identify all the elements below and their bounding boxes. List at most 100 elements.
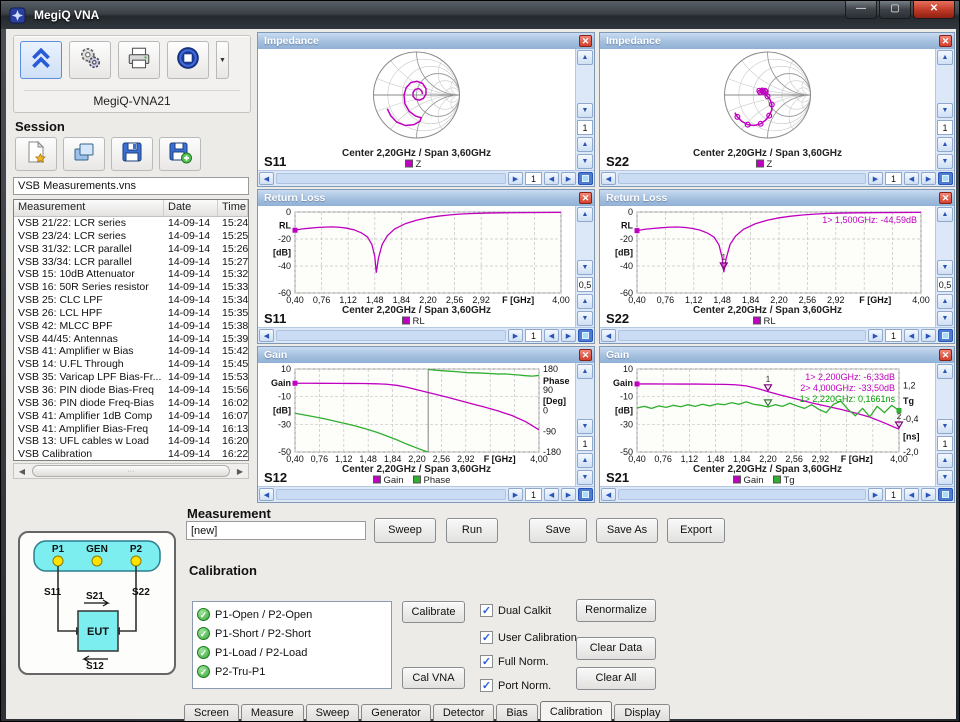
close-icon[interactable]: ✕: [939, 349, 952, 361]
page-left-icon[interactable]: ◀: [904, 172, 919, 185]
table-row[interactable]: VSB 25: CLC LPF14-09-1415:34: [14, 294, 248, 307]
measurement-table[interactable]: MeasurementDateTime VSB 21/22: LCR serie…: [13, 199, 249, 461]
tab-bias[interactable]: Bias: [496, 704, 537, 722]
open-session-button[interactable]: [63, 137, 105, 171]
save-session-as-button[interactable]: [159, 137, 201, 171]
table-row[interactable]: VSB 16: 50R Series resistor14-09-1415:33: [14, 281, 248, 294]
close-icon[interactable]: ✕: [939, 35, 952, 47]
scroll-left-icon[interactable]: ◀: [259, 329, 274, 342]
save-as-button[interactable]: Save As: [596, 518, 658, 543]
calibrate-button[interactable]: Calibrate: [402, 601, 465, 623]
hscale-value[interactable]: 1: [525, 172, 542, 185]
scale-up-icon[interactable]: ▲: [577, 453, 593, 468]
page-right-icon[interactable]: ▶: [561, 329, 576, 342]
page-left-icon[interactable]: ◀: [544, 172, 559, 185]
scroll-down-icon[interactable]: ▼: [577, 103, 593, 118]
scroll-up-icon[interactable]: ▲: [577, 50, 593, 65]
scale-down-icon[interactable]: ▼: [577, 470, 593, 485]
scale-down-icon[interactable]: ▼: [577, 154, 593, 169]
clear-data-button[interactable]: Clear Data: [576, 637, 656, 660]
checkbox-user-calibration[interactable]: ✓User Calibration: [480, 631, 577, 644]
page-left-icon[interactable]: ◀: [904, 488, 919, 501]
session-filename-input[interactable]: [13, 177, 249, 195]
panel-mode-button[interactable]: [938, 172, 953, 185]
scroll-left-icon[interactable]: ◀: [259, 172, 274, 185]
vscale-value[interactable]: 1: [937, 436, 953, 451]
scale-down-icon[interactable]: ▼: [577, 311, 593, 326]
scroll-left-icon[interactable]: ◀: [259, 488, 274, 501]
maximize-button[interactable]: ▢: [879, 1, 911, 19]
column-header-measurement[interactable]: Measurement: [14, 200, 164, 216]
scroll-up-icon[interactable]: ▲: [937, 364, 953, 379]
panel-hscrollbar[interactable]: ◀▶1◀▶: [258, 327, 594, 343]
calibration-step[interactable]: ✓P1-Short / P2-Short: [197, 624, 387, 643]
panel-mode-button[interactable]: [578, 329, 593, 342]
table-row[interactable]: VSB 13: UFL cables w Load14-09-1416:20: [14, 435, 248, 448]
scroll-track[interactable]: [276, 173, 506, 184]
hscale-value[interactable]: 1: [885, 488, 902, 501]
scroll-thumb[interactable]: ···: [32, 465, 230, 477]
table-row[interactable]: VSB 14: U.FL Through14-09-1415:45: [14, 358, 248, 371]
scroll-up-icon[interactable]: ▲: [937, 50, 953, 65]
table-row[interactable]: VSB 41: Amplifier 1dB Comp14-09-1416:07: [14, 410, 248, 423]
scroll-up-icon[interactable]: ▲: [577, 364, 593, 379]
panel-hscrollbar[interactable]: ◀▶1◀▶: [600, 486, 954, 502]
panel-hscrollbar[interactable]: ◀▶1◀▶: [600, 170, 954, 186]
panel-hscrollbar[interactable]: ◀▶1◀▶: [258, 170, 594, 186]
hscale-value[interactable]: 1: [525, 329, 542, 342]
panel-vscrollbar[interactable]: ▲▼0,5▲▼: [935, 206, 954, 327]
chart-area[interactable]: Center 2,20GHz / Span 3,60GHzZS22: [600, 49, 935, 170]
hscale-value[interactable]: 1: [525, 488, 542, 501]
chart-area[interactable]: 0RL-20[dB]-40-600,400,761,121,481,842,20…: [600, 206, 935, 327]
scroll-left-icon[interactable]: ◀: [14, 467, 30, 476]
measurement-name-input[interactable]: [186, 521, 366, 540]
panel-mode-button[interactable]: [578, 488, 593, 501]
tab-generator[interactable]: Generator: [361, 704, 431, 722]
save-button[interactable]: Save: [529, 518, 587, 543]
page-left-icon[interactable]: ◀: [544, 329, 559, 342]
vscale-value[interactable]: 1: [577, 120, 593, 135]
panel-titlebar[interactable]: Return Loss✕: [258, 190, 594, 206]
calibration-step[interactable]: ✓P1-Load / P2-Load: [197, 643, 387, 662]
scroll-down-icon[interactable]: ▼: [937, 103, 953, 118]
scroll-track[interactable]: [276, 330, 506, 341]
panel-vscrollbar[interactable]: ▲▼0,5▲▼: [575, 206, 594, 327]
scroll-down-icon[interactable]: ▼: [577, 419, 593, 434]
tab-detector[interactable]: Detector: [433, 704, 495, 722]
panel-titlebar[interactable]: Gain✕: [600, 347, 954, 363]
checkbox-dual-calkit[interactable]: ✓Dual Calkit: [480, 604, 551, 617]
scale-down-icon[interactable]: ▼: [937, 154, 953, 169]
scroll-right-icon[interactable]: ▶: [232, 467, 248, 476]
panel-vscrollbar[interactable]: ▲▼1▲▼: [575, 49, 594, 170]
scroll-right-icon[interactable]: ▶: [868, 488, 883, 501]
page-right-icon[interactable]: ▶: [921, 172, 936, 185]
measurement-table-header[interactable]: MeasurementDateTime: [14, 200, 248, 217]
scroll-down-icon[interactable]: ▼: [937, 260, 953, 275]
vscale-value[interactable]: 0,5: [937, 277, 953, 292]
scale-down-icon[interactable]: ▼: [937, 470, 953, 485]
scale-down-icon[interactable]: ▼: [937, 311, 953, 326]
scroll-right-icon[interactable]: ▶: [508, 488, 523, 501]
print-button[interactable]: [118, 41, 160, 79]
scroll-right-icon[interactable]: ▶: [868, 172, 883, 185]
scroll-up-icon[interactable]: ▲: [577, 207, 593, 222]
scale-up-icon[interactable]: ▲: [577, 294, 593, 309]
panel-vscrollbar[interactable]: ▲▼1▲▼: [935, 49, 954, 170]
run-button[interactable]: Run: [446, 518, 498, 543]
table-row[interactable]: VSB 41: Amplifier Bias-Freq14-09-1416:13: [14, 423, 248, 436]
table-row[interactable]: VSB 36: PIN diode Freq-Bias14-09-1416:02: [14, 397, 248, 410]
scale-up-icon[interactable]: ▲: [937, 137, 953, 152]
scroll-left-icon[interactable]: ◀: [601, 488, 616, 501]
scale-up-icon[interactable]: ▲: [937, 294, 953, 309]
hscale-value[interactable]: 1: [885, 329, 902, 342]
panel-titlebar[interactable]: Impedance✕: [258, 33, 594, 49]
panel-vscrollbar[interactable]: ▲▼1▲▼: [575, 363, 594, 486]
column-header-date[interactable]: Date: [164, 200, 218, 216]
save-session-button[interactable]: [111, 137, 153, 171]
instrument-button[interactable]: [167, 41, 209, 79]
checkbox-port-norm-[interactable]: ✓Port Norm.: [480, 679, 551, 692]
measurement-list-hscrollbar[interactable]: ◀ ··· ▶: [13, 463, 249, 479]
scroll-down-icon[interactable]: ▼: [937, 419, 953, 434]
calibration-step[interactable]: ✓P1-Open / P2-Open: [197, 605, 387, 624]
table-row[interactable]: VSB 21/22: LCR series14-09-1415:24: [14, 217, 248, 230]
